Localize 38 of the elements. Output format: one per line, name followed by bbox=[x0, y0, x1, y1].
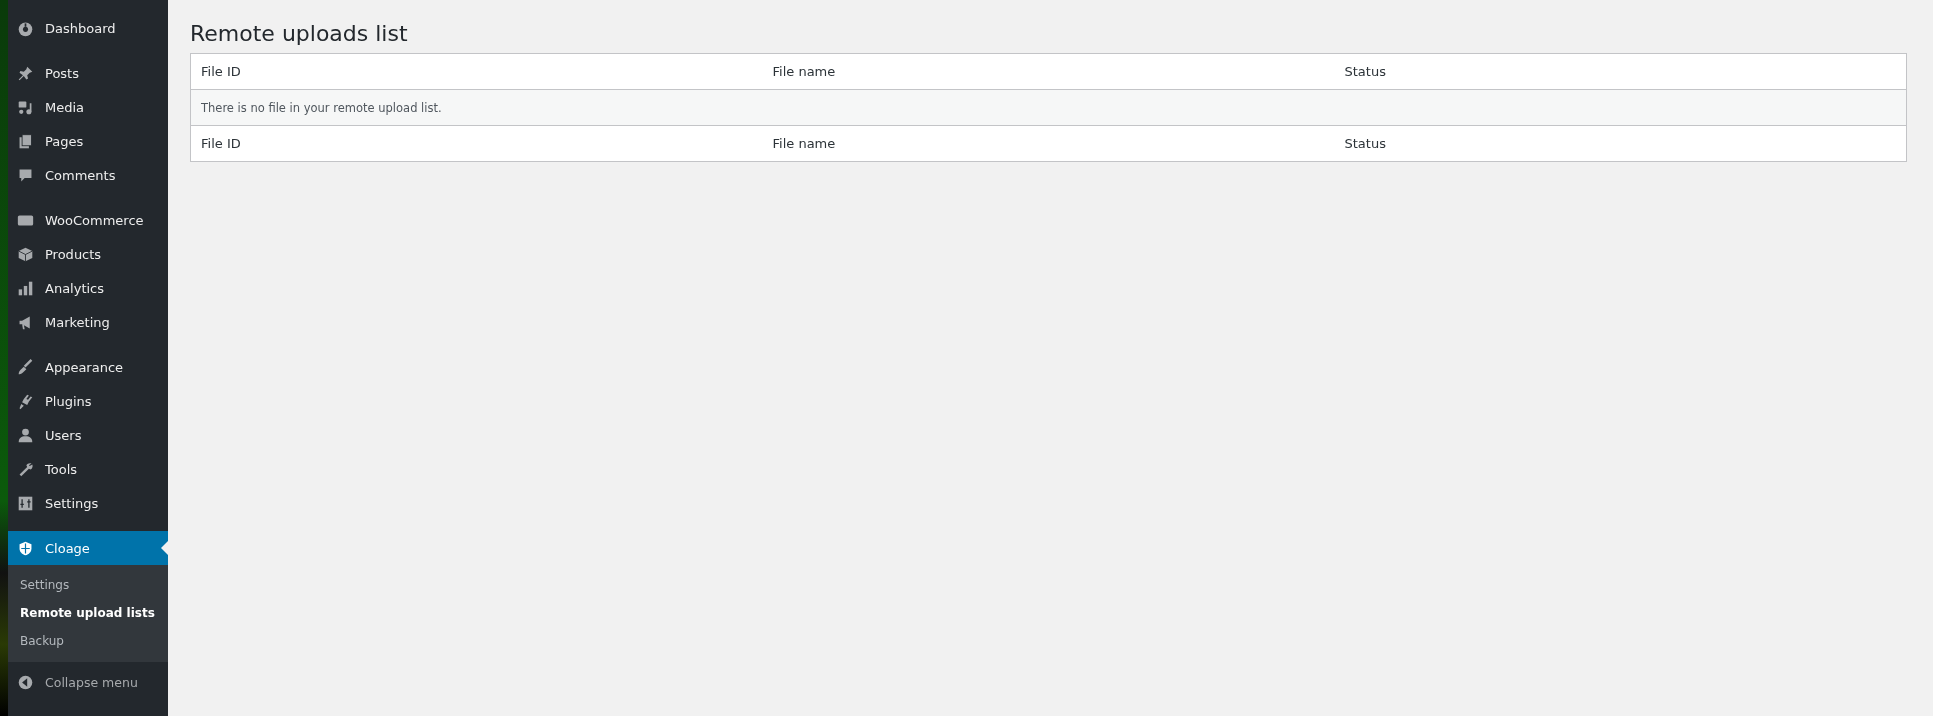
wrench-icon bbox=[17, 460, 34, 478]
user-icon bbox=[17, 426, 34, 444]
bar-chart-icon bbox=[17, 279, 34, 297]
sidebar-item[interactable]: Media bbox=[8, 90, 168, 124]
sidebar-item[interactable]: Posts bbox=[8, 56, 168, 90]
column-header: File name bbox=[762, 53, 1335, 90]
column-header: Status bbox=[1334, 125, 1907, 162]
submenu-item[interactable]: Remote upload lists bbox=[8, 599, 168, 627]
sidebar-item[interactable]: WooCommerce bbox=[8, 203, 168, 237]
sidebar-item[interactable]: Products bbox=[8, 237, 168, 271]
sidebar-item[interactable]: Marketing bbox=[8, 305, 168, 339]
sidebar-item[interactable]: Cloage bbox=[8, 531, 168, 565]
sidebar-item[interactable]: Appearance bbox=[8, 350, 168, 384]
box-icon bbox=[17, 245, 34, 263]
submenu-item[interactable]: Settings bbox=[8, 571, 168, 599]
shield-icon bbox=[17, 539, 34, 557]
sidebar-item[interactable]: Dashboard bbox=[8, 11, 168, 45]
sidebar-item[interactable]: Tools bbox=[8, 452, 168, 486]
sidebar-item[interactable]: Comments bbox=[8, 158, 168, 192]
sidebar-item[interactable]: Users bbox=[8, 418, 168, 452]
sidebar-item[interactable]: Settings bbox=[8, 486, 168, 520]
sidebar-item[interactable]: Plugins bbox=[8, 384, 168, 418]
paintbrush-icon bbox=[17, 358, 34, 376]
column-header: Status bbox=[1334, 53, 1907, 90]
sidebar-item[interactable]: Analytics bbox=[8, 271, 168, 305]
pages-icon bbox=[17, 132, 34, 150]
page-title: Remote uploads list bbox=[190, 20, 409, 48]
sliders-icon bbox=[17, 494, 34, 512]
plug-icon bbox=[17, 392, 34, 410]
submenu-item[interactable]: Backup bbox=[8, 627, 168, 655]
empty-message: There is no file in your remote upload list. bbox=[190, 89, 1907, 126]
column-header: File ID bbox=[190, 125, 763, 162]
column-header: File name bbox=[762, 125, 1335, 162]
pushpin-icon bbox=[17, 64, 34, 82]
sidebar-item[interactable]: Pages bbox=[8, 124, 168, 158]
column-header: File ID bbox=[190, 53, 763, 90]
collapse-menu-button[interactable]: Collapse menu bbox=[8, 667, 168, 697]
current-pointer-icon bbox=[161, 541, 168, 555]
